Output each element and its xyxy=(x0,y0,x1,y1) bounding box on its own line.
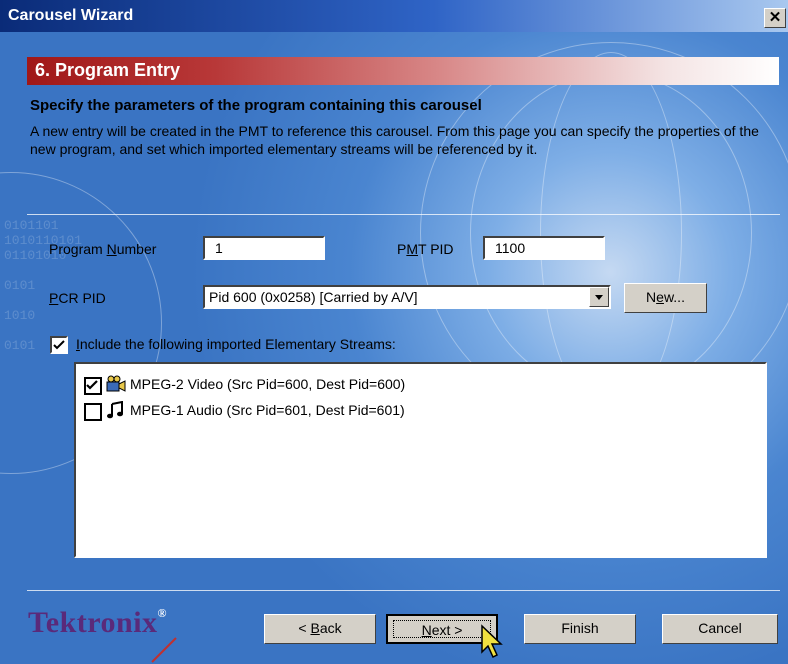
close-button[interactable]: ✕ xyxy=(764,8,786,28)
pcr-pid-dropdown[interactable]: Pid 600 (0x0258) [Carried by A/V] xyxy=(203,285,611,309)
logo-swoosh-icon xyxy=(151,637,177,663)
page-description: A new entry will be created in the PMT t… xyxy=(30,123,759,157)
page-subtitle: Specify the parameters of the program co… xyxy=(30,97,482,114)
bottom-separator xyxy=(27,590,780,591)
include-streams-checkbox[interactable] xyxy=(50,336,68,354)
stream-checkbox[interactable] xyxy=(84,403,102,421)
title-bar[interactable]: Carousel Wizard ✕ xyxy=(0,0,788,32)
checkmark-icon xyxy=(86,380,98,390)
stream-label: MPEG-1 Audio (Src Pid=601, Dest Pid=601) xyxy=(130,402,405,418)
back-button[interactable]: < Back xyxy=(264,614,376,644)
wizard-window: Carousel Wizard ✕ 0101101 1010110101 01101… xyxy=(0,0,788,664)
window-title: Carousel Wizard xyxy=(8,7,134,24)
finish-button[interactable]: Finish xyxy=(524,614,636,644)
pmt-pid-label: PMT PID xyxy=(397,241,454,257)
binary-decoration: 0101101 1010110101 01101010 0101 1010 0101 xyxy=(4,218,83,353)
cancel-button[interactable]: Cancel xyxy=(662,614,778,644)
video-icon xyxy=(106,375,126,392)
music-note-icon xyxy=(107,401,123,419)
pmt-pid-field[interactable]: 1100 xyxy=(483,236,605,260)
tektronix-logo: Tektronix® xyxy=(28,606,168,639)
elementary-streams-list[interactable]: MPEG-2 Video (Src Pid=600, Dest Pid=600)… xyxy=(74,362,767,558)
globe-decoration xyxy=(540,52,682,414)
program-number-label: Program Number xyxy=(49,241,157,257)
focus-rectangle: Next > xyxy=(393,620,491,638)
chevron-down-icon[interactable] xyxy=(589,287,609,307)
stream-checkbox[interactable] xyxy=(84,377,102,395)
stream-label: MPEG-2 Video (Src Pid=600, Dest Pid=600) xyxy=(130,376,406,392)
program-number-field[interactable]: 1 xyxy=(203,236,325,260)
pcr-pid-value: Pid 600 (0x0258) [Carried by A/V] xyxy=(209,289,418,305)
top-separator xyxy=(27,214,780,215)
checkmark-icon xyxy=(53,340,65,350)
include-streams-label[interactable]: Include the following imported Elementar… xyxy=(76,336,396,352)
mouse-cursor-icon xyxy=(481,624,503,659)
new-pcr-button[interactable]: New... xyxy=(624,283,707,313)
step-banner: 6. Program Entry xyxy=(27,57,779,85)
close-icon: ✕ xyxy=(768,9,782,26)
pcr-pid-label: PCR PID xyxy=(49,290,106,306)
step-title: 6. Program Entry xyxy=(35,60,181,80)
